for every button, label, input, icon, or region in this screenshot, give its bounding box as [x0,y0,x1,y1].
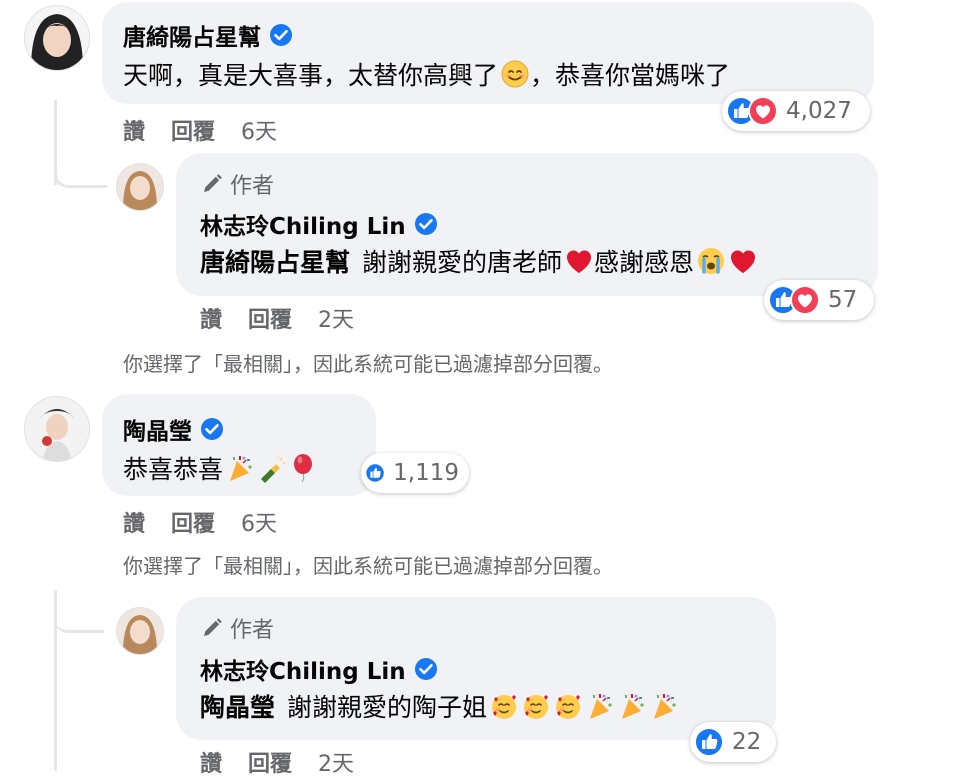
smiling-face-with-hearts-emoji-icon [521,691,551,721]
avatar[interactable] [116,607,164,655]
commenter-name[interactable]: 林志玲Chiling Lin [200,652,438,686]
pencil-icon [204,174,222,192]
confetti-ball-emoji-icon [649,691,679,721]
reply-actions: 讚 回覆 2天 [200,746,380,778]
love-reaction-icon [790,285,820,315]
timestamp[interactable]: 6天 [241,114,277,146]
reaction-summary[interactable]: 57 [764,280,874,320]
comment-text-part: 謝謝親愛的唐老師 [362,248,563,277]
reply-button[interactable]: 回覆 [248,302,292,334]
verified-badge-icon [414,212,438,236]
avatar[interactable] [24,396,90,462]
confetti-ball-emoji-icon [225,453,255,483]
reply-button[interactable]: 回覆 [171,114,215,146]
author-badge-label: 作者 [230,174,275,199]
timestamp[interactable]: 2天 [318,302,354,334]
like-button[interactable]: 讚 [123,506,145,538]
balloon-emoji-icon [289,453,319,483]
commenter-name-text[interactable]: 唐綺陽占星幫 [123,18,261,52]
like-button[interactable]: 讚 [200,746,222,778]
avatar-photo-icon [117,164,163,210]
reaction-summary[interactable]: 4,027 [722,91,870,131]
reply-button[interactable]: 回覆 [248,746,292,778]
filter-notice: 你選擇了「最相關」，因此系統可能已過濾掉部分回覆。 [123,554,613,578]
smiling-face-with-hearts-emoji-icon [553,691,583,721]
avatar-photo-icon [25,397,89,461]
comment-text: 恭喜恭喜 [123,450,319,486]
reaction-count: 4,027 [786,98,852,124]
filter-notice: 你選擇了「最相關」，因此系統可能已過濾掉部分回覆。 [123,352,613,376]
mention-tag[interactable]: 陶晶瑩 [200,688,275,724]
timestamp[interactable]: 6天 [241,506,277,538]
avatar-photo-icon [25,6,89,70]
avatar-photo-icon [117,608,163,654]
comment-text: 唐綺陽占星幫 謝謝親愛的唐老師 感謝感恩 [200,243,758,279]
reaction-count: 1,119 [393,460,459,486]
commenter-name-text[interactable]: 林志玲Chiling Lin [200,207,406,241]
commenter-name[interactable]: 唐綺陽占星幫 [123,18,293,52]
comment-text-part: 恭喜恭喜 [123,455,224,484]
confetti-ball-emoji-icon [585,691,615,721]
like-reaction-icon [365,458,385,488]
commenter-name[interactable]: 陶晶瑩 [123,412,224,446]
verified-badge-icon [269,23,293,47]
like-button[interactable]: 讚 [200,302,222,334]
comment-actions: 讚 回覆 6天 [123,506,303,538]
commenter-name[interactable]: 林志玲Chiling Lin [200,207,438,241]
like-reaction-icon [694,727,724,757]
comment-text-part: 天啊，真是大喜事，太替你高興了 [123,61,499,90]
pencil-icon [204,618,222,636]
commenter-name-text[interactable]: 林志玲Chiling Lin [200,652,406,686]
commenter-name-text[interactable]: 陶晶瑩 [123,412,192,446]
comment-text-part: 感謝感恩 [594,248,695,277]
author-badge: 作者 [200,168,274,200]
thread-elbow [54,595,104,633]
comment-text: 陶晶瑩 謝謝親愛的陶子姐 [200,688,679,724]
avatar[interactable] [24,5,90,71]
smiling-face-emoji-icon [500,59,530,89]
comment-actions: 讚 回覆 6天 [123,114,303,146]
comment-text-part: ，恭喜你當媽咪了 [530,61,731,90]
verified-badge-icon [414,657,438,681]
verified-badge-icon [200,417,224,441]
thread-elbow [54,150,107,188]
timestamp[interactable]: 2天 [318,746,354,778]
reaction-count: 22 [732,729,762,755]
like-button[interactable]: 讚 [123,114,145,146]
avatar[interactable] [116,163,164,211]
love-reaction-icon [748,96,778,126]
red-heart-emoji-icon [728,246,758,276]
champagne-bottle-emoji-icon [257,453,287,483]
reaction-count: 57 [828,287,858,313]
comment-text-part: 謝謝親愛的陶子姐 [287,693,488,722]
reply-actions: 讚 回覆 2天 [200,302,380,334]
reaction-summary[interactable]: 22 [690,722,776,762]
author-badge-label: 作者 [230,618,275,643]
mention-tag[interactable]: 唐綺陽占星幫 [200,243,350,279]
comment-text: 天啊，真是大喜事，太替你高興了 ，恭喜你當媽咪了 [123,56,730,92]
crying-face-emoji-icon [696,246,726,276]
red-heart-emoji-icon [564,246,594,276]
smiling-face-with-hearts-emoji-icon [489,691,519,721]
confetti-ball-emoji-icon [617,691,647,721]
reaction-summary[interactable]: 1,119 [361,453,469,493]
author-badge: 作者 [200,612,274,644]
reply-button[interactable]: 回覆 [171,506,215,538]
